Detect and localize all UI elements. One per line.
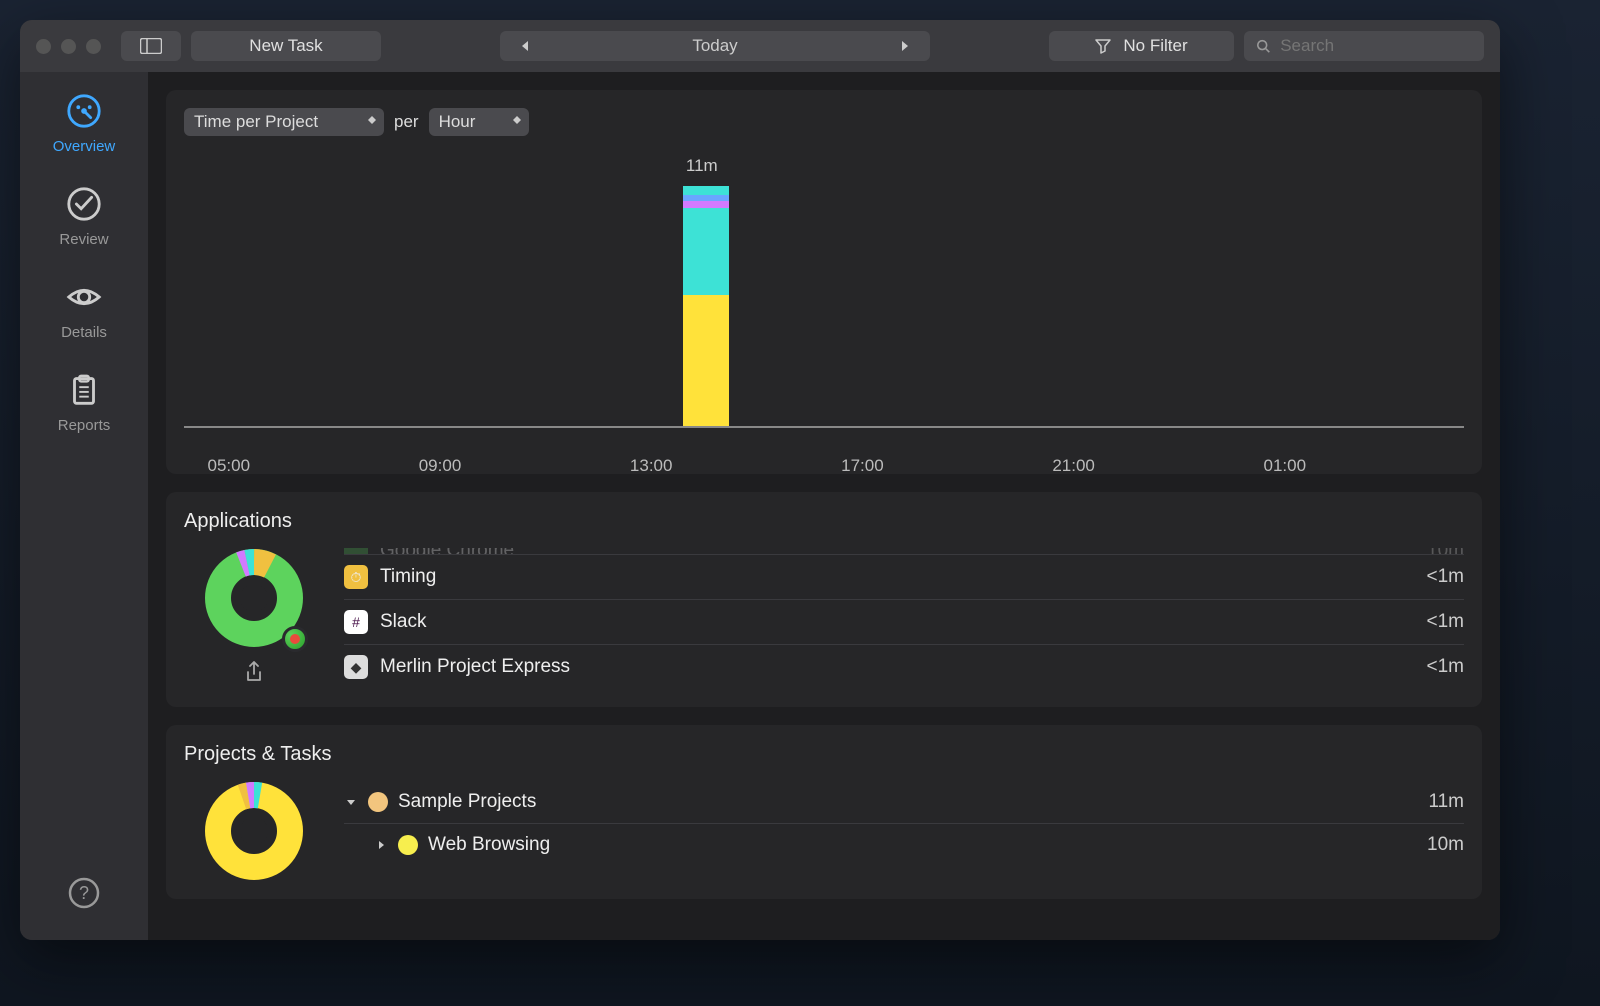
app-name: Slack <box>380 611 426 633</box>
project-name: Sample Projects <box>398 791 536 813</box>
maximize-window-button[interactable] <box>86 39 101 54</box>
project-name: Web Browsing <box>428 834 550 856</box>
traffic-lights <box>36 39 101 54</box>
disclosure-triangle-collapsed[interactable] <box>374 838 388 852</box>
app-icon <box>344 548 368 554</box>
titlebar: New Task Today No Filter <box>20 20 1500 72</box>
minimize-window-button[interactable] <box>61 39 76 54</box>
x-tick: 21:00 <box>1052 456 1095 476</box>
sidebar-toggle-button[interactable] <box>121 31 181 61</box>
chart-controls: Time per Project per Hour <box>184 108 1464 136</box>
bar-segment <box>683 208 729 295</box>
project-row[interactable]: Web Browsing 10m <box>344 823 1464 866</box>
app-row[interactable]: ⏱ Timing <1m <box>344 554 1464 599</box>
eye-icon <box>65 278 103 316</box>
filter-button[interactable]: No Filter <box>1049 31 1234 61</box>
x-tick: 05:00 <box>208 456 251 476</box>
date-today-button[interactable]: Today <box>550 31 880 61</box>
close-window-button[interactable] <box>36 39 51 54</box>
help-button[interactable]: ? <box>67 876 101 915</box>
applications-title: Applications <box>184 510 1464 533</box>
sidebar: Overview Review Details Reports ? <box>20 72 148 940</box>
metric-select[interactable]: Time per Project <box>184 108 384 136</box>
projects-panel: Projects & Tasks <box>166 725 1482 899</box>
x-tick: 09:00 <box>419 456 462 476</box>
projects-title: Projects & Tasks <box>184 743 1464 766</box>
checkmark-circle-icon <box>65 185 103 223</box>
triangle-left-icon <box>520 40 530 52</box>
app-row[interactable]: ◆ Merlin Project Express <1m <box>344 644 1464 689</box>
x-tick: 01:00 <box>1264 456 1307 476</box>
sidebar-icon <box>140 38 162 54</box>
app-time: <1m <box>1427 611 1465 633</box>
project-time: 10m <box>1427 834 1464 856</box>
filter-label: No Filter <box>1123 36 1187 56</box>
svg-text:?: ? <box>79 883 89 903</box>
sidebar-item-review[interactable]: Review <box>59 185 108 248</box>
search-icon <box>1256 38 1270 54</box>
gauge-icon <box>65 92 103 130</box>
slack-app-icon: # <box>344 610 368 634</box>
app-name: Timing <box>380 566 436 588</box>
date-next-button[interactable] <box>880 31 930 61</box>
search-box[interactable] <box>1244 31 1484 61</box>
triangle-right-icon <box>375 839 387 851</box>
date-navigation: Today <box>500 31 930 61</box>
clipboard-icon <box>65 371 103 409</box>
sidebar-label: Details <box>61 324 107 341</box>
disclosure-triangle-expanded[interactable] <box>344 795 358 809</box>
app-time: 10m <box>1427 548 1464 554</box>
projects-donut[interactable] <box>204 781 304 881</box>
bar-segment <box>683 295 729 426</box>
projects-list: Sample Projects 11m Web Browsing 10m <box>344 781 1464 881</box>
per-label: per <box>394 112 419 132</box>
x-tick: 13:00 <box>630 456 673 476</box>
project-color-swatch <box>398 835 418 855</box>
app-time: <1m <box>1427 566 1465 588</box>
projects-donut-wrap <box>184 781 324 881</box>
chart-panel: Time per Project per Hour 11m 0 <box>166 90 1482 474</box>
app-name: Merlin Project Express <box>380 656 570 678</box>
search-input[interactable] <box>1280 36 1472 56</box>
x-axis <box>184 426 1464 428</box>
applications-panel: Applications <box>166 492 1482 707</box>
sidebar-item-reports[interactable]: Reports <box>58 371 111 434</box>
bar-segment <box>683 186 729 195</box>
granularity-select[interactable]: Hour <box>429 108 529 136</box>
project-row[interactable]: Sample Projects 11m <box>344 781 1464 823</box>
sidebar-item-overview[interactable]: Overview <box>53 92 116 155</box>
date-prev-button[interactable] <box>500 31 550 61</box>
share-button[interactable] <box>244 660 264 689</box>
sidebar-label: Review <box>59 231 108 248</box>
applications-list: Google Chrome 10m ⏱ Timing <1m # Slack <… <box>344 548 1464 689</box>
project-time: 11m <box>1428 791 1464 813</box>
chrome-badge-icon <box>282 626 308 652</box>
triangle-right-icon <box>900 40 910 52</box>
bar-total-label: 11m <box>677 156 727 176</box>
app-name: Google Chrome <box>380 548 514 554</box>
chart-bar[interactable] <box>683 186 729 426</box>
app-row-partial[interactable]: Google Chrome 10m <box>344 548 1464 554</box>
chart-area: 11m 05:00 09:00 13:00 17:00 21: <box>184 156 1464 456</box>
sidebar-label: Reports <box>58 417 111 434</box>
applications-donut[interactable] <box>204 548 304 648</box>
app-time: <1m <box>1427 656 1465 678</box>
new-task-button[interactable]: New Task <box>191 31 381 61</box>
triangle-down-icon <box>345 796 357 808</box>
project-color-swatch <box>368 792 388 812</box>
x-tick: 17:00 <box>841 456 884 476</box>
main-content: Time per Project per Hour 11m 0 <box>148 72 1500 940</box>
app-row[interactable]: # Slack <1m <box>344 599 1464 644</box>
question-circle-icon: ? <box>67 876 101 910</box>
sidebar-item-details[interactable]: Details <box>61 278 107 341</box>
applications-donut-wrap <box>184 548 324 689</box>
sidebar-label: Overview <box>53 138 116 155</box>
timing-app-icon: ⏱ <box>344 565 368 589</box>
funnel-icon <box>1095 38 1111 54</box>
merlin-app-icon: ◆ <box>344 655 368 679</box>
